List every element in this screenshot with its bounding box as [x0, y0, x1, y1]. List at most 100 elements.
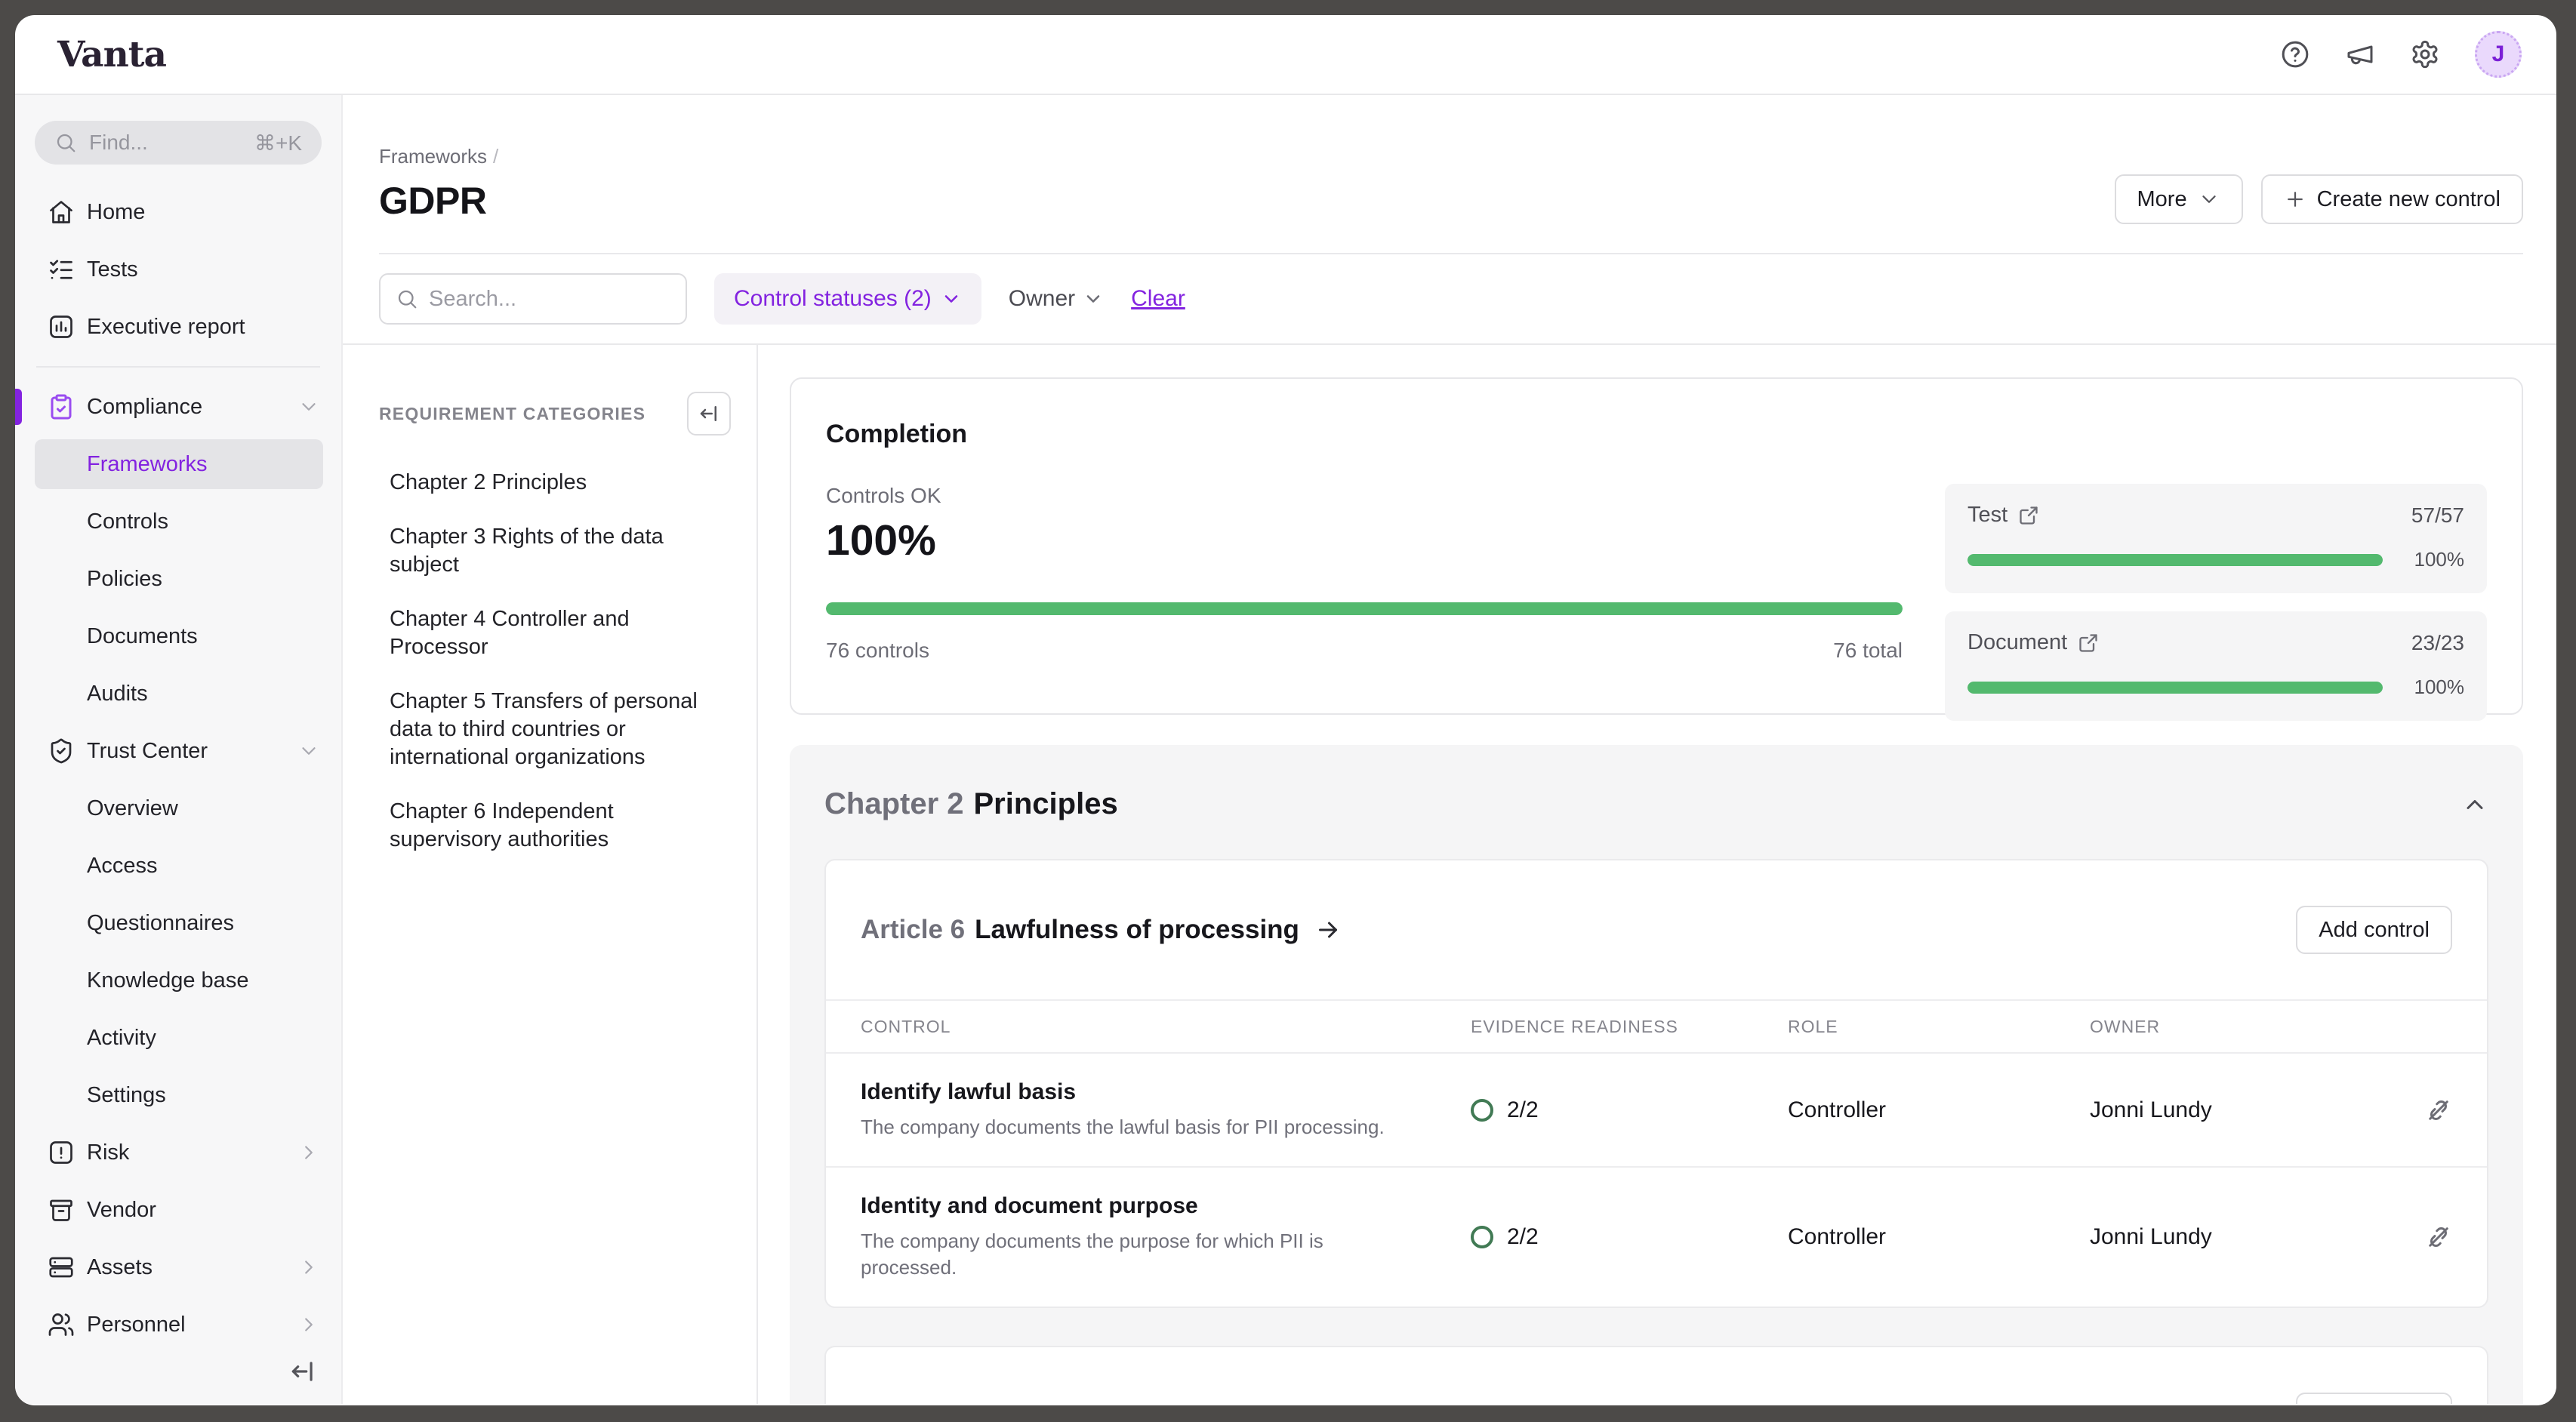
main-content: Frameworks/ GDPR More Create new control [343, 95, 2556, 1404]
sidebar-item-tests[interactable]: Tests [15, 241, 341, 298]
home-icon [48, 199, 75, 226]
sidebar-item-personnel[interactable]: Personnel [15, 1296, 341, 1353]
test-link[interactable]: Test [1967, 503, 2039, 528]
global-find-input[interactable]: ⌘+K [35, 121, 322, 165]
owner-value: Jonni Lundy [2090, 1224, 2212, 1249]
active-section-indicator [15, 389, 22, 425]
add-control-button[interactable]: Add control [2296, 1393, 2452, 1404]
sidebar-item-policies[interactable]: Policies [15, 550, 341, 608]
add-control-button[interactable]: Add control [2296, 906, 2452, 954]
chevron-up-icon[interactable] [2461, 791, 2488, 818]
sidebar-item-label: Compliance [87, 395, 202, 420]
chevron-down-icon [2198, 188, 2220, 211]
sidebar-item-label: Tests [87, 257, 138, 282]
test-percent: 100% [2399, 548, 2464, 571]
control-description: The company documents the purpose for wh… [861, 1228, 1419, 1281]
sidebar-item-label: Risk [87, 1140, 129, 1165]
chevron-down-icon [941, 288, 962, 309]
document-percent: 100% [2399, 676, 2464, 699]
sidebar-item-audits[interactable]: Audits [15, 665, 341, 722]
avatar[interactable]: J [2475, 31, 2522, 78]
evidence-count: 2/2 [1507, 1224, 1539, 1250]
create-button-label: Create new control [2317, 187, 2501, 212]
more-button[interactable]: More [2115, 174, 2243, 224]
completion-percent: 100% [826, 516, 1903, 565]
role-value: Controller [1788, 1097, 1886, 1122]
sidebar-sub-label: Access [87, 854, 157, 879]
article-title-link[interactable]: Conditions for consent [975, 1402, 1264, 1404]
arrow-right-icon[interactable] [1314, 916, 1342, 943]
document-link[interactable]: Document [1967, 630, 2099, 655]
document-label: Document [1967, 630, 2067, 655]
chevron-right-icon [297, 1313, 320, 1336]
sidebar-item-vendor[interactable]: Vendor [15, 1181, 341, 1239]
collapse-sidebar-icon[interactable] [288, 1357, 317, 1386]
sidebar-divider [36, 366, 320, 368]
sidebar-item-documents[interactable]: Documents [15, 608, 341, 665]
role-value: Controller [1788, 1224, 1886, 1249]
sidebar-item-knowledge-base[interactable]: Knowledge base [15, 952, 341, 1009]
collapse-panel-button[interactable] [687, 392, 731, 436]
sidebar-item-activity[interactable]: Activity [15, 1009, 341, 1066]
sidebar-item-compliance[interactable]: Compliance [15, 378, 341, 436]
article-card: Article 7 Conditions for consent Add con… [824, 1346, 2488, 1404]
sidebar-sub-label: Activity [87, 1026, 156, 1051]
control-statuses-filter[interactable]: Control statuses (2) [714, 273, 981, 325]
category-item[interactable]: Chapter 3 Rights of the data subject [390, 523, 722, 579]
alert-square-icon [48, 1139, 75, 1166]
sidebar-item-access[interactable]: Access [15, 837, 341, 894]
chapter-name: Principles [974, 787, 1118, 821]
sidebar-item-home[interactable]: Home [15, 183, 341, 241]
category-item[interactable]: Chapter 2 Principles [390, 469, 722, 497]
category-item[interactable]: Chapter 4 Controller and Processor [390, 605, 722, 661]
megaphone-icon[interactable] [2345, 39, 2375, 69]
sidebar-sub-label: Audits [87, 682, 148, 706]
article-prefix: Article 7 [861, 1402, 965, 1404]
unlink-icon[interactable] [2425, 1097, 2452, 1124]
sidebar-item-risk[interactable]: Risk [15, 1124, 341, 1181]
sidebar-item-overview[interactable]: Overview [15, 780, 341, 837]
controls-ok-label: Controls OK [826, 484, 1903, 508]
chapter-section: Chapter 2 Principles Article 6 Lawfulnes… [790, 745, 2523, 1404]
plus-icon [2284, 188, 2306, 211]
gear-icon[interactable] [2410, 39, 2440, 69]
sidebar-item-assets[interactable]: Assets [15, 1239, 341, 1296]
sidebar-item-frameworks[interactable]: Frameworks [35, 439, 323, 489]
breadcrumb-frameworks[interactable]: Frameworks [379, 145, 487, 168]
owner-filter[interactable]: Owner [1009, 286, 1104, 312]
category-item[interactable]: Chapter 5 Transfers of personal data to … [390, 688, 722, 771]
create-new-control-button[interactable]: Create new control [2261, 174, 2523, 224]
sidebar-item-label: Assets [87, 1255, 153, 1280]
chapter-prefix: Chapter 2 [824, 787, 964, 821]
search-box[interactable] [379, 273, 687, 325]
unlink-icon[interactable] [2425, 1223, 2452, 1251]
column-role: ROLE [1788, 1017, 2090, 1037]
arrow-right-icon[interactable] [1279, 1403, 1306, 1404]
article-title-link[interactable]: Lawfulness of processing [975, 915, 1299, 945]
category-item[interactable]: Chapter 6 Independent supervisory author… [390, 798, 722, 854]
sidebar-sub-label: Settings [87, 1083, 166, 1108]
test-count: 57/57 [2411, 503, 2464, 528]
table-row[interactable]: Identify lawful basis The company docume… [826, 1054, 2487, 1166]
sidebar-item-controls[interactable]: Controls [15, 493, 341, 550]
clear-filters-link[interactable]: Clear [1131, 286, 1185, 312]
sidebar-item-settings[interactable]: Settings [15, 1066, 341, 1124]
chevron-right-icon [297, 1256, 320, 1279]
control-title[interactable]: Identity and document purpose [861, 1193, 1433, 1219]
sidebar-item-trust-center[interactable]: Trust Center [15, 722, 341, 780]
sidebar-item-questionnaires[interactable]: Questionnaires [15, 894, 341, 952]
find-field[interactable] [89, 131, 242, 155]
sidebar-item-executive-report[interactable]: Executive report [15, 298, 341, 356]
external-link-icon [2078, 633, 2099, 654]
help-icon[interactable] [2280, 39, 2310, 69]
owner-filter-label: Owner [1009, 286, 1075, 312]
controls-total: 76 total [1833, 639, 1903, 663]
table-row[interactable]: Identity and document purpose The compan… [826, 1166, 2487, 1307]
control-description: The company documents the lawful basis f… [861, 1114, 1419, 1140]
sidebar-sub-label: Questionnaires [87, 911, 234, 936]
test-stat-card: Test 57/57 100% [1945, 484, 2487, 593]
control-title[interactable]: Identify lawful basis [861, 1079, 1433, 1105]
search-input[interactable] [429, 287, 670, 312]
framework-content: Completion Controls OK 100% 76 controls … [758, 345, 2556, 1404]
filter-bar: Control statuses (2) Owner Clear [343, 254, 2556, 345]
